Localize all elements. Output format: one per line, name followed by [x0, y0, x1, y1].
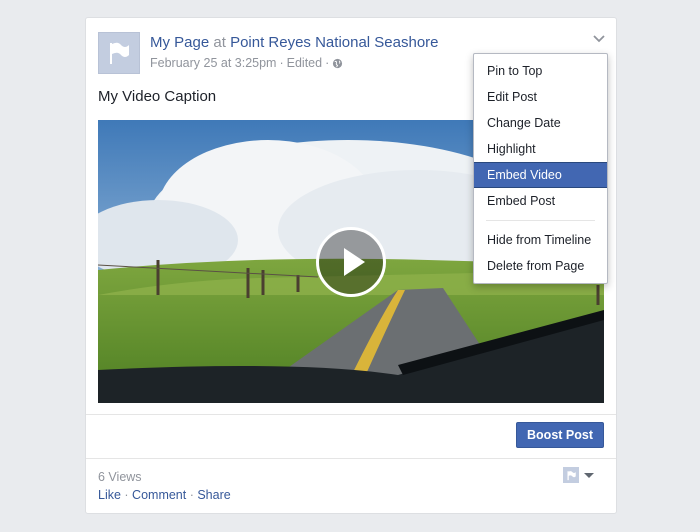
- meta-separator: ·: [325, 56, 330, 70]
- location-link[interactable]: Point Reyes National Seashore: [230, 34, 438, 51]
- post-date[interactable]: February 25 at 3:25pm: [150, 56, 276, 70]
- post-options-menu: Pin to Top Edit Post Change Date Highlig…: [473, 53, 608, 284]
- action-separator: ·: [120, 488, 133, 502]
- post-actions: Like · Comment · Share: [98, 488, 231, 502]
- page-flag-icon: [563, 467, 579, 483]
- share-link[interactable]: Share: [197, 488, 230, 502]
- play-icon: [344, 248, 365, 276]
- post-header: My Page at Point Reyes National Seashore: [150, 34, 439, 51]
- acting-as-selector[interactable]: [563, 467, 594, 483]
- comment-link[interactable]: Comment: [132, 488, 186, 502]
- menu-item-embed-video[interactable]: Embed Video: [474, 162, 607, 188]
- page-name-link[interactable]: My Page: [150, 34, 209, 51]
- menu-item-highlight[interactable]: Highlight: [474, 136, 607, 162]
- divider: [86, 458, 616, 459]
- at-text: at: [209, 34, 231, 51]
- like-link[interactable]: Like: [98, 488, 121, 502]
- divider: [86, 414, 616, 415]
- menu-item-embed-post[interactable]: Embed Post: [474, 188, 607, 214]
- page-avatar[interactable]: [98, 32, 140, 74]
- meta-separator: ·: [279, 56, 284, 70]
- menu-item-delete-from-page[interactable]: Delete from Page: [474, 253, 607, 279]
- view-count: 6 Views: [98, 470, 142, 484]
- globe-icon[interactable]: [332, 58, 343, 69]
- caret-down-icon: [584, 472, 594, 478]
- chevron-down-icon[interactable]: [592, 34, 606, 44]
- flag-icon: [110, 42, 129, 64]
- menu-item-edit-post[interactable]: Edit Post: [474, 84, 607, 110]
- post-meta: February 25 at 3:25pm · Edited ·: [150, 56, 343, 70]
- post-caption: My Video Caption: [98, 88, 217, 105]
- action-separator: ·: [186, 488, 198, 502]
- menu-item-change-date[interactable]: Change Date: [474, 110, 607, 136]
- menu-item-pin-to-top[interactable]: Pin to Top: [474, 58, 607, 84]
- play-button[interactable]: [316, 227, 386, 297]
- edited-label[interactable]: Edited: [287, 56, 322, 70]
- menu-item-hide-from-timeline[interactable]: Hide from Timeline: [474, 227, 607, 253]
- menu-separator: [486, 220, 595, 221]
- boost-post-button[interactable]: Boost Post: [516, 422, 604, 448]
